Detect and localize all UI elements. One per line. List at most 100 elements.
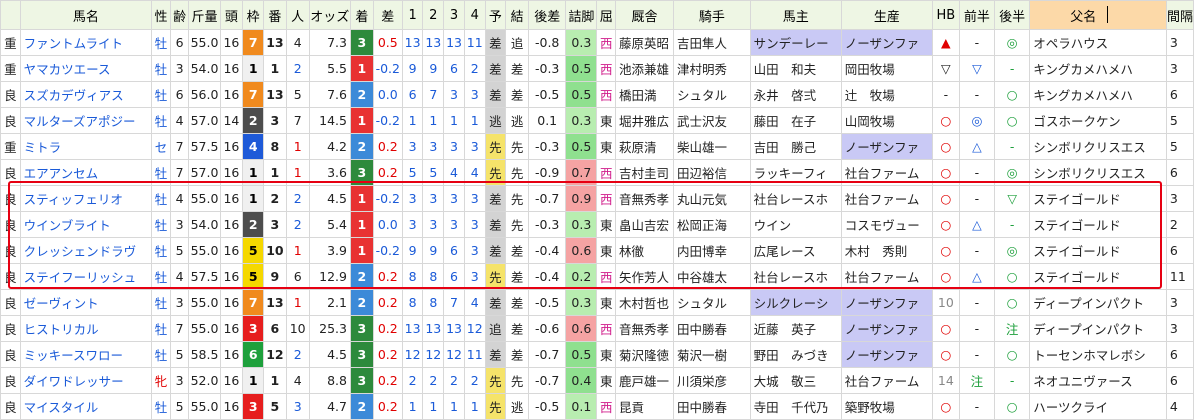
kyusha-cell: 矢作芳人 [615,263,675,290]
header-15[interactable]: 4 [463,0,486,30]
table-row[interactable]: 良ウインブライト牡 3 54.0 16 2 3 2 5.4 1 0.0 3 3 3 3 差先 -0.3 0.3 東… [0,211,1194,238]
horse-name-link[interactable]: マルターズアポジー [19,107,153,134]
sa-cell: -0.2 [372,107,403,134]
header-28[interactable]: 父名 [1029,0,1167,30]
header-9[interactable]: オッズ [308,0,352,30]
ninki-cell: 1 [285,159,310,186]
header-12[interactable]: 1 [401,0,424,30]
kosa-cell: -0.8 [528,29,567,56]
horse-name-link[interactable]: エアアンセム [19,159,153,186]
table-row[interactable]: 重ミトラセ 7 57.5 16 4 8 1 4.2 2 0.2 3 3 3 3 先先 -0.3 0.5 東萩原清柴… [0,133,1194,160]
odds-cell: 2.1 [308,289,352,316]
horse-name-link[interactable]: ゼーヴィント [19,289,153,316]
corner-cell: 2 [463,367,486,394]
sire-cell: ゴスホークケン [1029,107,1167,134]
horse-name-link[interactable]: ヤマカツエース [19,55,153,82]
umaban-cell: 1 [263,55,287,82]
kouhan-cell: ▽ [994,185,1031,212]
zenhan-cell: - [958,29,996,56]
seisan-cell: 社台ファーム [840,159,933,186]
table-row[interactable]: 良エアアンセム牡 7 57.0 16 1 1 1 3.6 3 0.2 5 5 4 4 先先 -0.9 0.7 西吉… [0,159,1194,186]
umaban-cell: 13 [263,289,287,316]
table-row[interactable]: 良ヒストリカル牡 7 55.0 16 3 6 10 25.3 3 0.2 13 13 13 12 追差 -0.… [0,315,1194,342]
table-row[interactable]: 良ステイフーリッシュ牡 4 57.5 16 5 9 6 12.9 2 0.2 8 8 6 3 先差 -0.4 0… [0,263,1194,290]
header-21[interactable]: 厩舎 [615,0,675,30]
header-17[interactable]: 結 [505,0,530,30]
horse-name-link[interactable]: ミッキースワロー [19,341,153,368]
waku-cell: 6 [242,341,265,368]
header-27[interactable]: 後半 [994,0,1031,30]
ketsu-cell: 追 [505,29,530,56]
header-2[interactable]: 性 [151,0,171,30]
horse-name-link[interactable]: マイスタイル [19,393,153,420]
corner-cell: 12 [401,341,424,368]
horse-name-link[interactable]: ステイフーリッシュ [19,263,153,290]
horse-name-link[interactable]: スティッフェリオ [19,185,153,212]
horse-name-link[interactable]: ヒストリカル [19,315,153,342]
header-19[interactable]: 詰脚 [565,0,598,30]
table-row[interactable]: 良マイスタイル牡 5 55.0 16 3 5 3 4.7 2 0.2 1 1 1 1 先逃 -0.5 0.1 西昆… [0,393,1194,420]
yoso-cell: 差 [484,81,507,108]
header-16[interactable]: 予 [484,0,507,30]
sex-cell: 牡 [151,29,171,56]
sa-cell: 0.0 [372,211,403,238]
table-row[interactable]: 良ミッキースワロー牡 5 58.5 16 6 12 2 4.5 3 0.2 12 12 12 11 差差 -0… [0,341,1194,368]
baba-cell: 良 [0,341,21,368]
header-25[interactable]: HB [931,0,960,30]
horse-name-link[interactable]: クレッシェンドラヴ [19,237,153,264]
header-8[interactable]: 人 [285,0,310,30]
hb-cell: ▽ [931,55,960,82]
chaku-cell: 1 [350,107,374,134]
header-13[interactable]: 2 [422,0,445,30]
header-23[interactable]: 馬主 [749,0,842,30]
header-0[interactable] [0,0,21,30]
header-6[interactable]: 枠 [242,0,265,30]
umaban-cell: 13 [263,81,287,108]
table-row[interactable]: 良ダイワドレッサー牝 3 52.0 16 1 1 4 8.8 3 0.2 2 2 2 2 先先 -0.7 0.4… [0,367,1194,394]
header-22[interactable]: 騎手 [673,0,751,30]
horse-name-link[interactable]: ダイワドレッサー [19,367,153,394]
header-5[interactable]: 頭 [219,0,244,30]
header-24[interactable]: 生産 [840,0,933,30]
header-14[interactable]: 3 [443,0,465,30]
odds-cell: 4.5 [308,185,352,212]
tsume-cell: 0.6 [565,315,598,342]
header-10[interactable]: 着 [350,0,374,30]
header-18[interactable]: 後差 [528,0,567,30]
header-4[interactable]: 斤量 [188,0,221,30]
corner-cell: 8 [422,263,445,290]
horse-name-link[interactable]: ファントムライト [19,29,153,56]
kutsu-cell: 東 [596,237,617,264]
horse-name-link[interactable]: ミトラ [19,133,153,160]
header-7[interactable]: 番 [263,0,287,30]
header-26[interactable]: 前半 [958,0,996,30]
table-row[interactable]: 良クレッシェンドラヴ牡 5 55.0 16 5 10 1 3.9 1 -0.2 9 9 6 3 差差 -0.4… [0,237,1194,264]
header-20[interactable]: 屈 [596,0,617,30]
horse-name-link[interactable]: ウインブライト [19,211,153,238]
corner-cell: 9 [422,237,445,264]
header-1[interactable]: 馬名 [19,0,153,30]
table-row[interactable]: 良ゼーヴィント牡 3 55.0 16 7 13 1 2.1 2 0.2 8 8 7 4 差差 -0.5 0.3 東… [0,289,1194,316]
table-row[interactable]: 重ヤマカツエース牡 3 54.0 16 1 1 2 5.5 1 -0.2 9 9 6 2 差差 -0.3 0.5… [0,55,1194,82]
sire-cell: ステイゴールド [1029,211,1167,238]
kinryo-cell: 52.0 [188,367,221,394]
age-cell: 6 [169,81,190,108]
header-29[interactable]: 間隔 [1165,0,1194,30]
header-3[interactable]: 齢 [169,0,190,30]
corner-cell: 9 [422,55,445,82]
table-row[interactable]: 良スズカデヴィアス牡 6 56.0 16 7 13 5 7.6 2 0.0 6 7 3 3 差差 -0.5 0.… [0,81,1194,108]
kosa-cell: -0.7 [528,341,567,368]
baba-cell: 良 [0,367,21,394]
kishu-cell: 津村明秀 [673,55,751,82]
kyusha-cell: 藤原英昭 [615,29,675,56]
horse-name-link[interactable]: スズカデヴィアス [19,81,153,108]
corner-cell: 6 [443,263,465,290]
sex-cell: 牝 [151,367,171,394]
kosa-cell: 0.1 [528,107,567,134]
header-11[interactable]: 差 [372,0,403,30]
kinryo-cell: 54.0 [188,55,221,82]
table-row[interactable]: 重ファントムライト牡 6 55.0 16 7 13 4 7.3 3 0.5 13 13 13 11 差追 -0… [0,29,1194,56]
table-row[interactable]: 良マルターズアポジー牡 4 57.0 14 2 3 7 14.5 1 -0.2 1 1 1 1 逃逃 0.1 0… [0,107,1194,134]
umaban-cell: 2 [263,185,287,212]
table-row[interactable]: 良スティッフェリオ牡 4 55.0 16 1 2 2 4.5 1 -0.2 3 3 3 3 差先 -0.7 0.… [0,185,1194,212]
